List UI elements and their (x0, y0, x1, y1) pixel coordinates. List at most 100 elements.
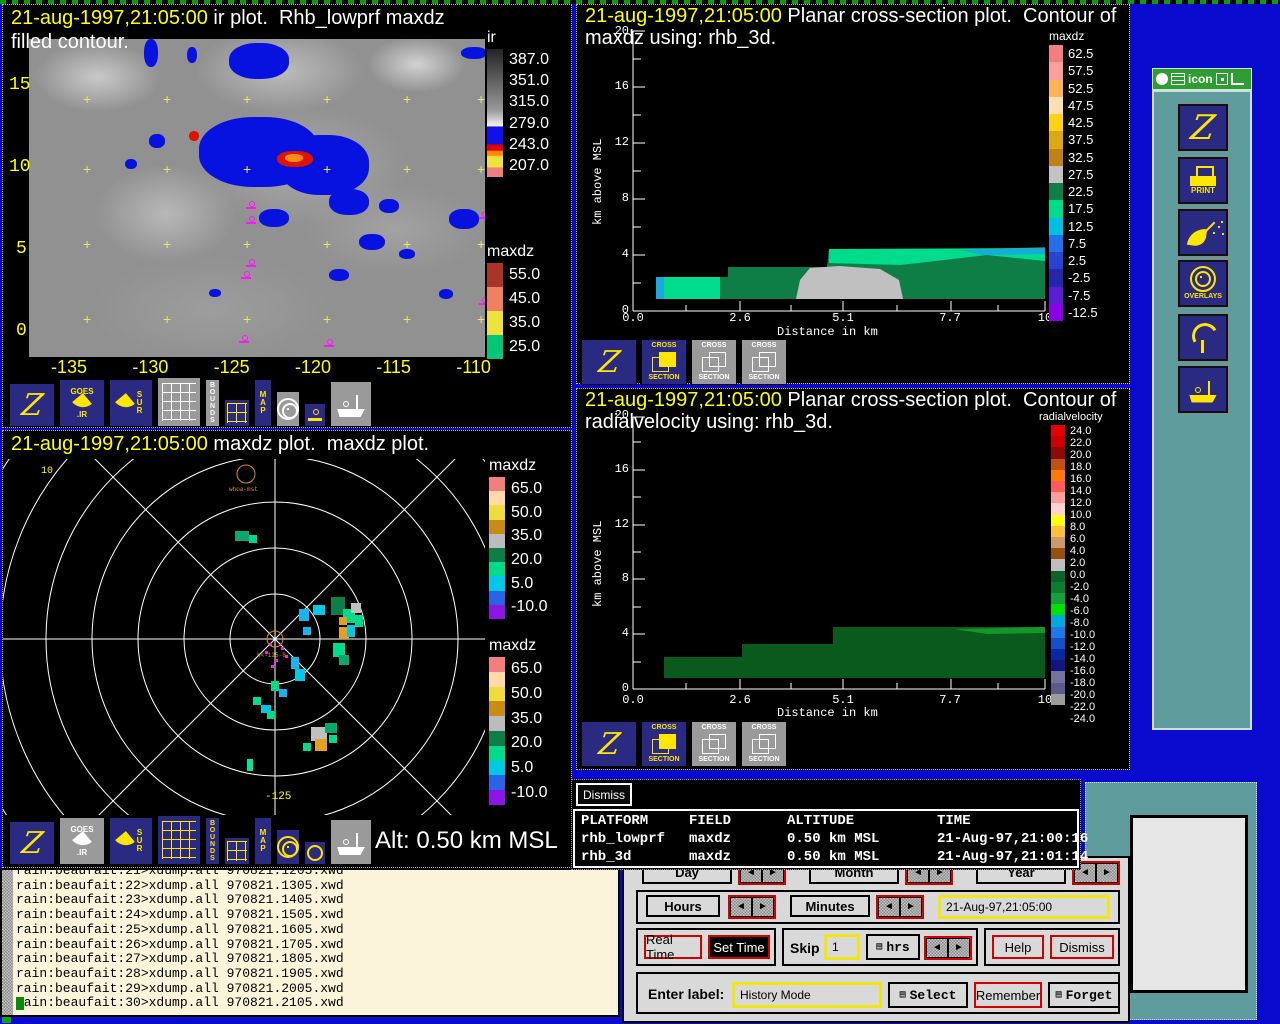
colorbar-segment (489, 745, 505, 761)
radar-echoes (235, 531, 363, 771)
skip-decrement[interactable]: ◄ (926, 938, 948, 958)
colorbar-value: -7.5 (1068, 287, 1091, 303)
time-input[interactable]: 21-Aug-97,21:05:00 (938, 895, 1110, 919)
colorbar-value: -6.0 (1070, 605, 1089, 617)
label-input[interactable]: History Mode (732, 982, 882, 1008)
goes-ir-icon[interactable]: GOES .IR (59, 379, 105, 427)
goes-ir-icon[interactable]: GOES .IR (59, 817, 105, 865)
colorbar-segment (1051, 649, 1065, 661)
contour-fill-regions (656, 247, 1045, 299)
real-time-button[interactable]: Real Time (644, 932, 702, 962)
select-menu-button[interactable]: ▤ Select (888, 982, 968, 1008)
cloud-overlay (449, 209, 479, 229)
grid-small-icon[interactable] (224, 837, 250, 865)
overlays-icon[interactable]: OVERLAYS (1177, 259, 1229, 308)
altitude-readout: Alt: 0.50 km MSL (375, 827, 558, 854)
titlebar-menu-button[interactable] (1171, 73, 1185, 85)
colorbar-value: 25.0 (509, 338, 541, 355)
colorbar-segment (489, 505, 505, 520)
colorbar-value: -2.0 (1070, 581, 1089, 593)
survey-radar-icon[interactable]: SUR (109, 817, 153, 865)
hours-increment[interactable]: ► (752, 897, 774, 917)
cell-field: maxdz (689, 831, 732, 847)
skip-input[interactable]: 1 (824, 934, 860, 960)
maxdz-colorbar: maxdz 55.0 45.0 35.0 25.0 (487, 243, 540, 359)
skip-increment[interactable]: ► (948, 938, 970, 958)
colorbar-value: -14.0 (1070, 653, 1096, 665)
terminal-line: rain:beaufait:23>xdump.all 970821.1405.x… (16, 892, 344, 908)
colorbar-segment (1051, 492, 1065, 504)
radar-grid-icon[interactable] (157, 815, 201, 865)
colorbar-value: 279.0 (509, 114, 550, 132)
buoy-icon[interactable] (304, 403, 326, 427)
minutes-increment[interactable]: ► (900, 897, 922, 917)
colorbar-value: 42.5 (1068, 115, 1094, 131)
ship-icon[interactable] (330, 819, 372, 865)
colorbar-segment (1049, 200, 1063, 218)
hours-decrement[interactable]: ◄ (730, 897, 752, 917)
colorbar-value: -22.0 (1070, 701, 1096, 713)
radar-ppi-display[interactable]: whoa-mst b<-125-8 10 -125 (3, 459, 485, 815)
titlebar-iconify-button[interactable] (1215, 73, 1228, 85)
skip-units-menu[interactable]: ▤ hrs (866, 934, 920, 960)
terminal-line: rain:beaufait:26>xdump.all 970821.1705.x… (16, 936, 344, 952)
radar-antenna-icon[interactable] (1177, 313, 1229, 362)
cross-section-button-active[interactable]: CROSS SECTION (641, 339, 687, 385)
cross-section-button[interactable]: CROSS SECTION (741, 339, 787, 385)
print-icon[interactable]: PRINT (1177, 156, 1229, 205)
ship-icon[interactable] (330, 381, 372, 427)
zebra-logo-icon[interactable]: Z (9, 821, 55, 865)
cloud-overlay (461, 47, 485, 59)
satellite-icon[interactable] (1177, 208, 1229, 257)
bottom-longitude-label: -125 (265, 791, 291, 803)
cross-section-button[interactable]: CROSS SECTION (691, 721, 737, 767)
zebra-logo-icon[interactable]: Z (1177, 103, 1229, 152)
colorbar-value: 351.0 (509, 71, 550, 89)
zebra-logo-icon[interactable]: Z (9, 383, 55, 427)
circle-icon[interactable] (304, 841, 326, 865)
map-icon[interactable]: MAP (254, 817, 272, 865)
contour-fill-regions (664, 627, 1045, 678)
cell-time: 21-Aug-97,21:01:14 (937, 849, 1089, 865)
y-tick: 4 (621, 626, 629, 640)
forget-menu-button[interactable]: ▤ Forget (1048, 982, 1120, 1008)
minutes-decrement[interactable]: ◄ (878, 897, 900, 917)
xterm-terminal[interactable]: rain:beaufait:21>xdump.all 970821.1205.x… (0, 868, 620, 1017)
zebra-logo-icon[interactable]: Z (581, 339, 637, 385)
set-time-button[interactable]: Set Time (708, 935, 770, 959)
window-subtitle: filled contour. (11, 31, 129, 53)
y-tick: 12 (614, 135, 629, 149)
year-increment[interactable]: ► (1096, 863, 1118, 883)
satellite-ir-image[interactable]: + + + + + + + + + + + + + + + + + + + + + + + + (29, 39, 485, 357)
help-button[interactable]: Help (992, 935, 1044, 959)
bounds-icon[interactable]: BOUNDS (205, 817, 220, 865)
map-icon[interactable]: MAP (254, 379, 272, 427)
radar-grid-icon[interactable] (157, 377, 201, 427)
dismiss-button[interactable]: Dismiss (575, 782, 633, 807)
colorbar-label: radialvelocity (1039, 411, 1103, 423)
ship-icon[interactable] (1177, 365, 1229, 414)
cross-section-button[interactable]: CROSS SECTION (691, 339, 737, 385)
zebra-logo-icon[interactable]: Z (581, 721, 637, 767)
dismiss-button[interactable]: Dismiss (1050, 935, 1114, 959)
cube-icon (752, 352, 776, 372)
titlebar-circle-button[interactable] (1156, 73, 1168, 85)
icon-window-titlebar[interactable]: icon (1152, 68, 1252, 90)
survey-radar-icon[interactable]: SUR (109, 379, 153, 427)
range-rings-icon[interactable] (276, 391, 300, 427)
terminal-scrollbar[interactable] (2, 870, 13, 1015)
cloud-overlay (125, 159, 137, 169)
cross-section-toolbar: Z CROSS SECTION CROSS SECTION CROSS SECTION (581, 721, 787, 767)
table-row: rhb_3d maxdz 0.50 km MSL 21-Aug-97,21:01… (581, 848, 1088, 866)
titlebar-resize-button[interactable] (1230, 73, 1244, 85)
titlebar-text: icon (1188, 72, 1213, 86)
remember-button[interactable]: Remember (974, 982, 1042, 1008)
cross-section-button-active[interactable]: CROSS SECTION (641, 721, 687, 767)
range-rings-icon[interactable] (276, 829, 300, 865)
cross-section-button[interactable]: CROSS SECTION (741, 721, 787, 767)
grid-small-icon[interactable] (224, 399, 250, 427)
bounds-icon[interactable]: BOUNDS (205, 379, 220, 427)
time-mode-group: Real Time Set Time (636, 928, 776, 966)
colorbar-segment (1051, 570, 1065, 582)
colorbar-value: 65.0 (511, 479, 543, 497)
